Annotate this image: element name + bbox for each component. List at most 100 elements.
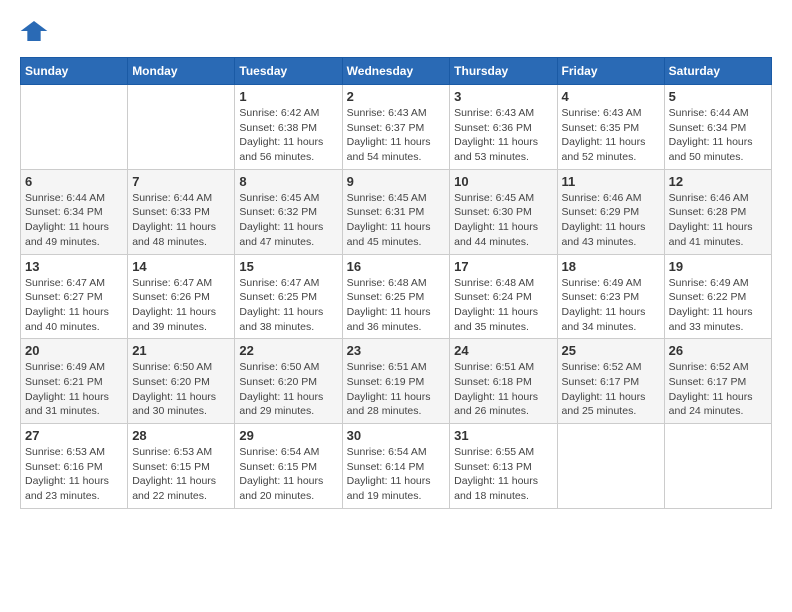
day-number: 11: [562, 174, 660, 189]
calendar-day-header: Wednesday: [342, 58, 450, 85]
day-info: Sunrise: 6:44 AM Sunset: 6:34 PM Dayligh…: [669, 106, 767, 165]
day-info: Sunrise: 6:54 AM Sunset: 6:14 PM Dayligh…: [347, 445, 446, 504]
day-info: Sunrise: 6:52 AM Sunset: 6:17 PM Dayligh…: [669, 360, 767, 419]
day-info: Sunrise: 6:52 AM Sunset: 6:17 PM Dayligh…: [562, 360, 660, 419]
day-number: 27: [25, 428, 123, 443]
calendar-cell: 18Sunrise: 6:49 AM Sunset: 6:23 PM Dayli…: [557, 254, 664, 339]
calendar-cell: 4 Sunrise: 6:43 AM Sunset: 6:35 PM Daylig…: [557, 85, 664, 170]
day-info: Sunrise: 6:46 AM Sunset: 6:29 PM Dayligh…: [562, 191, 660, 250]
calendar-week-row: 6 Sunrise: 6:44 AM Sunset: 6:34 PM Daylig…: [21, 169, 772, 254]
calendar-cell: 30 Sunrise: 6:54 AM Sunset: 6:14 PM Dayli…: [342, 424, 450, 509]
calendar-cell: 22 Sunrise: 6:50 AM Sunset: 6:20 PM Dayli…: [235, 339, 342, 424]
day-info: Sunrise: 6:47 AM Sunset: 6:25 PM Dayligh…: [239, 276, 337, 335]
day-info: Sunrise: 6:46 AM Sunset: 6:28 PM Dayligh…: [669, 191, 767, 250]
calendar-cell: 12 Sunrise: 6:46 AM Sunset: 6:28 PM Dayli…: [664, 169, 771, 254]
day-info: Sunrise: 6:42 AM Sunset: 6:38 PM Dayligh…: [239, 106, 337, 165]
day-info: Sunrise: 6:48 AM Sunset: 6:25 PM Dayligh…: [347, 276, 446, 335]
calendar-cell: [557, 424, 664, 509]
calendar-cell: 31 Sunrise: 6:55 AM Sunset: 6:13 PM Dayli…: [450, 424, 557, 509]
day-number: 16: [347, 259, 446, 274]
calendar-cell: 8Sunrise: 6:45 AM Sunset: 6:32 PM Daylig…: [235, 169, 342, 254]
day-number: 13: [25, 259, 123, 274]
calendar-cell: 23 Sunrise: 6:51 AM Sunset: 6:19 PM Dayli…: [342, 339, 450, 424]
calendar-cell: 3Sunrise: 6:43 AM Sunset: 6:36 PM Daylig…: [450, 85, 557, 170]
calendar-cell: [664, 424, 771, 509]
calendar-cell: 9 Sunrise: 6:45 AM Sunset: 6:31 PM Daylig…: [342, 169, 450, 254]
day-number: 17: [454, 259, 552, 274]
calendar-cell: 29Sunrise: 6:54 AM Sunset: 6:15 PM Dayli…: [235, 424, 342, 509]
day-number: 4: [562, 89, 660, 104]
day-number: 21: [132, 343, 230, 358]
day-info: Sunrise: 6:51 AM Sunset: 6:19 PM Dayligh…: [347, 360, 446, 419]
day-info: Sunrise: 6:44 AM Sunset: 6:33 PM Dayligh…: [132, 191, 230, 250]
calendar-day-header: Thursday: [450, 58, 557, 85]
day-number: 15: [239, 259, 337, 274]
calendar-cell: 2 Sunrise: 6:43 AM Sunset: 6:37 PM Daylig…: [342, 85, 450, 170]
day-info: Sunrise: 6:53 AM Sunset: 6:15 PM Dayligh…: [132, 445, 230, 504]
day-info: Sunrise: 6:43 AM Sunset: 6:35 PM Dayligh…: [562, 106, 660, 165]
day-number: 25: [562, 343, 660, 358]
calendar-cell: 20 Sunrise: 6:49 AM Sunset: 6:21 PM Dayli…: [21, 339, 128, 424]
calendar-day-header: Tuesday: [235, 58, 342, 85]
day-info: Sunrise: 6:44 AM Sunset: 6:34 PM Dayligh…: [25, 191, 123, 250]
day-info: Sunrise: 6:49 AM Sunset: 6:21 PM Dayligh…: [25, 360, 123, 419]
day-number: 26: [669, 343, 767, 358]
day-info: Sunrise: 6:43 AM Sunset: 6:36 PM Dayligh…: [454, 106, 552, 165]
day-info: Sunrise: 6:50 AM Sunset: 6:20 PM Dayligh…: [239, 360, 337, 419]
day-info: Sunrise: 6:51 AM Sunset: 6:18 PM Dayligh…: [454, 360, 552, 419]
day-number: 24: [454, 343, 552, 358]
page-header: [20, 20, 772, 41]
logo-icon: [20, 21, 48, 41]
calendar-cell: 19 Sunrise: 6:49 AM Sunset: 6:22 PM Dayli…: [664, 254, 771, 339]
day-info: Sunrise: 6:47 AM Sunset: 6:27 PM Dayligh…: [25, 276, 123, 335]
day-number: 19: [669, 259, 767, 274]
day-info: Sunrise: 6:48 AM Sunset: 6:24 PM Dayligh…: [454, 276, 552, 335]
calendar-week-row: 1 Sunrise: 6:42 AM Sunset: 6:38 PM Daylig…: [21, 85, 772, 170]
day-number: 8: [239, 174, 337, 189]
day-info: Sunrise: 6:45 AM Sunset: 6:31 PM Dayligh…: [347, 191, 446, 250]
day-info: Sunrise: 6:53 AM Sunset: 6:16 PM Dayligh…: [25, 445, 123, 504]
day-number: 5: [669, 89, 767, 104]
day-info: Sunrise: 6:49 AM Sunset: 6:23 PM Dayligh…: [562, 276, 660, 335]
calendar-cell: 13 Sunrise: 6:47 AM Sunset: 6:27 PM Dayli…: [21, 254, 128, 339]
day-number: 20: [25, 343, 123, 358]
calendar-cell: 10Sunrise: 6:45 AM Sunset: 6:30 PM Dayli…: [450, 169, 557, 254]
day-info: Sunrise: 6:49 AM Sunset: 6:22 PM Dayligh…: [669, 276, 767, 335]
day-number: 23: [347, 343, 446, 358]
day-number: 10: [454, 174, 552, 189]
calendar-cell: 7 Sunrise: 6:44 AM Sunset: 6:33 PM Daylig…: [128, 169, 235, 254]
day-number: 30: [347, 428, 446, 443]
calendar-cell: 17 Sunrise: 6:48 AM Sunset: 6:24 PM Dayli…: [450, 254, 557, 339]
calendar-cell: 16 Sunrise: 6:48 AM Sunset: 6:25 PM Dayli…: [342, 254, 450, 339]
calendar-cell: 21 Sunrise: 6:50 AM Sunset: 6:20 PM Dayli…: [128, 339, 235, 424]
calendar-body: 1 Sunrise: 6:42 AM Sunset: 6:38 PM Daylig…: [21, 85, 772, 509]
day-number: 1: [239, 89, 337, 104]
calendar-cell: 28 Sunrise: 6:53 AM Sunset: 6:15 PM Dayli…: [128, 424, 235, 509]
day-number: 28: [132, 428, 230, 443]
day-info: Sunrise: 6:55 AM Sunset: 6:13 PM Dayligh…: [454, 445, 552, 504]
calendar-day-header: Monday: [128, 58, 235, 85]
day-number: 12: [669, 174, 767, 189]
calendar-week-row: 27 Sunrise: 6:53 AM Sunset: 6:16 PM Dayli…: [21, 424, 772, 509]
day-number: 22: [239, 343, 337, 358]
calendar-cell: 11 Sunrise: 6:46 AM Sunset: 6:29 PM Dayli…: [557, 169, 664, 254]
calendar-cell: 1 Sunrise: 6:42 AM Sunset: 6:38 PM Daylig…: [235, 85, 342, 170]
day-info: Sunrise: 6:50 AM Sunset: 6:20 PM Dayligh…: [132, 360, 230, 419]
calendar-cell: [21, 85, 128, 170]
calendar-week-row: 20 Sunrise: 6:49 AM Sunset: 6:21 PM Dayli…: [21, 339, 772, 424]
day-number: 9: [347, 174, 446, 189]
day-number: 7: [132, 174, 230, 189]
day-number: 31: [454, 428, 552, 443]
day-info: Sunrise: 6:47 AM Sunset: 6:26 PM Dayligh…: [132, 276, 230, 335]
day-number: 2: [347, 89, 446, 104]
day-info: Sunrise: 6:43 AM Sunset: 6:37 PM Dayligh…: [347, 106, 446, 165]
calendar-header-row: SundayMondayTuesdayWednesdayThursdayFrid…: [21, 58, 772, 85]
calendar-cell: 24 Sunrise: 6:51 AM Sunset: 6:18 PM Dayli…: [450, 339, 557, 424]
day-number: 6: [25, 174, 123, 189]
calendar-cell: 15 Sunrise: 6:47 AM Sunset: 6:25 PM Dayli…: [235, 254, 342, 339]
calendar-day-header: Saturday: [664, 58, 771, 85]
calendar-cell: 25 Sunrise: 6:52 AM Sunset: 6:17 PM Dayli…: [557, 339, 664, 424]
logo: [20, 20, 52, 41]
calendar-cell: 26 Sunrise: 6:52 AM Sunset: 6:17 PM Dayli…: [664, 339, 771, 424]
calendar-cell: [128, 85, 235, 170]
